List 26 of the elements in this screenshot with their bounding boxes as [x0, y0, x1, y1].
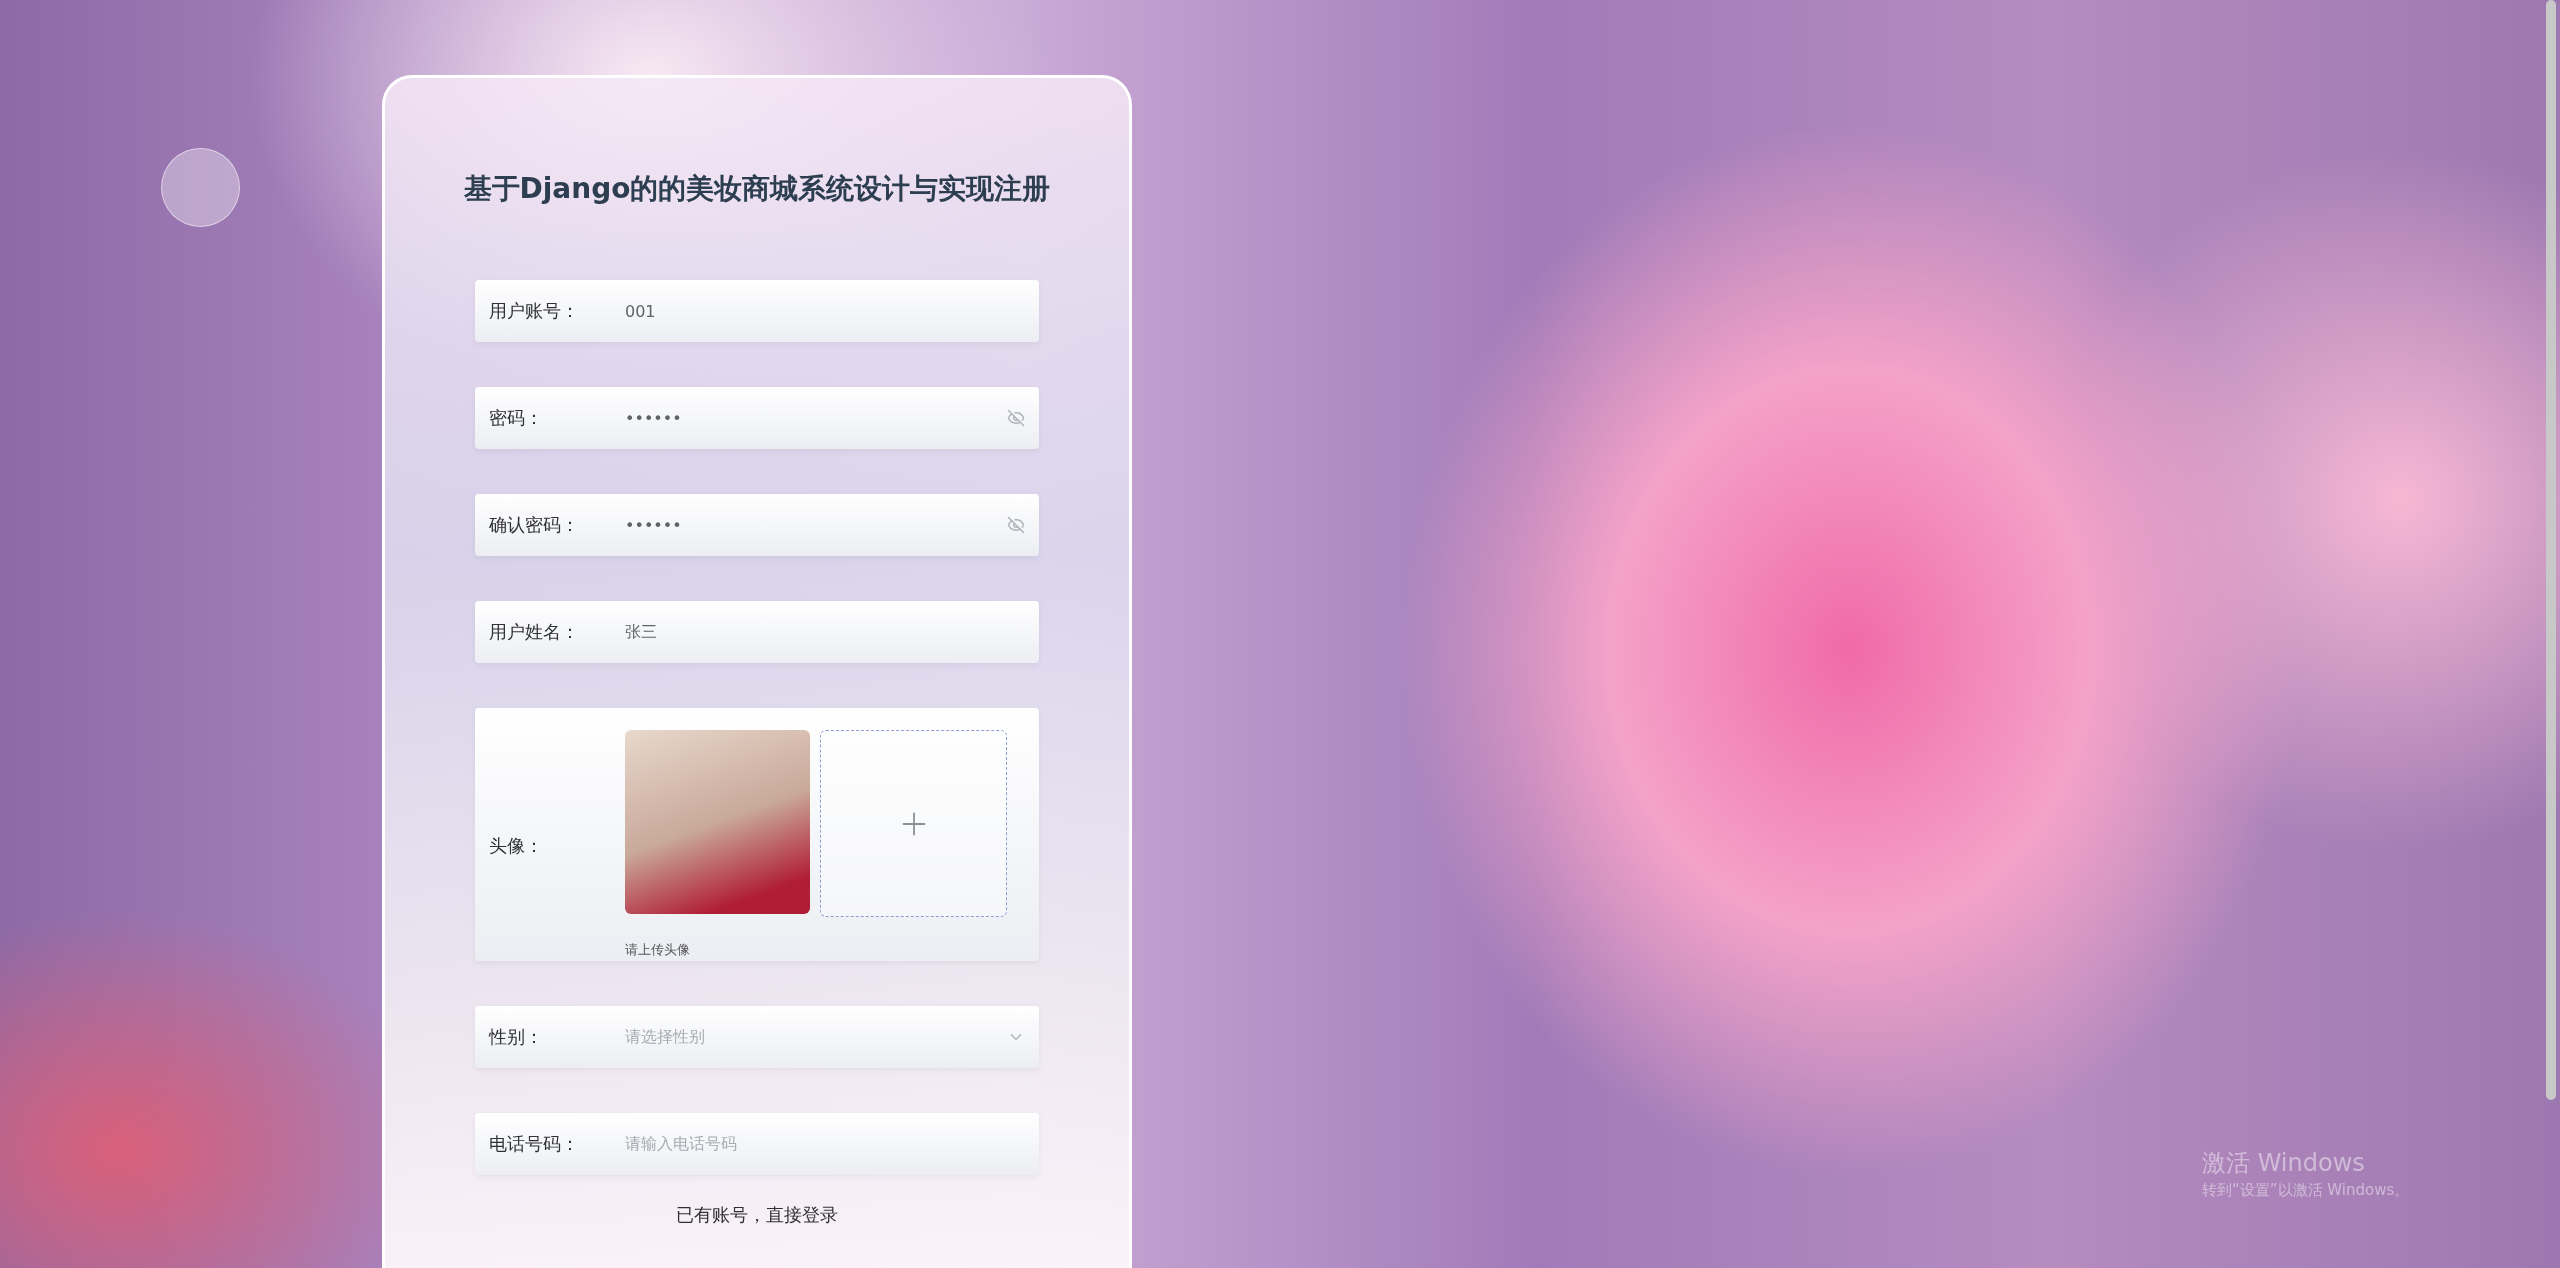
login-link[interactable]: 已有账号，直接登录 — [676, 1203, 838, 1227]
input-field[interactable]: 确认密码： •••••• — [475, 494, 1039, 556]
input-field[interactable]: 用户姓名： 张三 — [475, 601, 1039, 663]
placeholder-text: 请选择性别 — [625, 1026, 705, 1048]
input-field[interactable]: 用户账号： 001 — [475, 280, 1039, 342]
scrollbar[interactable] — [2546, 0, 2556, 1100]
placeholder-text: 请输入电话号码 — [625, 1133, 737, 1155]
field-value: •••••• — [625, 515, 682, 535]
eye-off-icon[interactable] — [1007, 516, 1025, 534]
field-value: •••••• — [625, 408, 682, 428]
input-field[interactable]: 密码： •••••• — [475, 387, 1039, 449]
form-title: 基于Django的的美妆商城系统设计与实现注册 — [463, 171, 1051, 207]
field-label: 用户姓名： — [489, 620, 580, 644]
field-label: 密码： — [489, 406, 544, 430]
select-field[interactable]: 性别： 请选择性别 — [475, 1006, 1039, 1068]
field-value: 张三 — [625, 621, 657, 643]
field-label: 用户账号： — [489, 299, 580, 323]
field-label: 头像： — [489, 833, 544, 858]
upload-hint: 请上传头像 — [625, 941, 691, 959]
field-label: 确认密码： — [489, 513, 580, 537]
upload-add-button[interactable] — [820, 730, 1007, 917]
field-label: 性别： — [489, 1025, 544, 1049]
eye-off-icon[interactable] — [1007, 409, 1025, 427]
field-label: 电话号码： — [489, 1132, 580, 1156]
field-value: 001 — [625, 301, 656, 321]
input-field[interactable]: 电话号码： 请输入电话号码 — [475, 1113, 1039, 1175]
